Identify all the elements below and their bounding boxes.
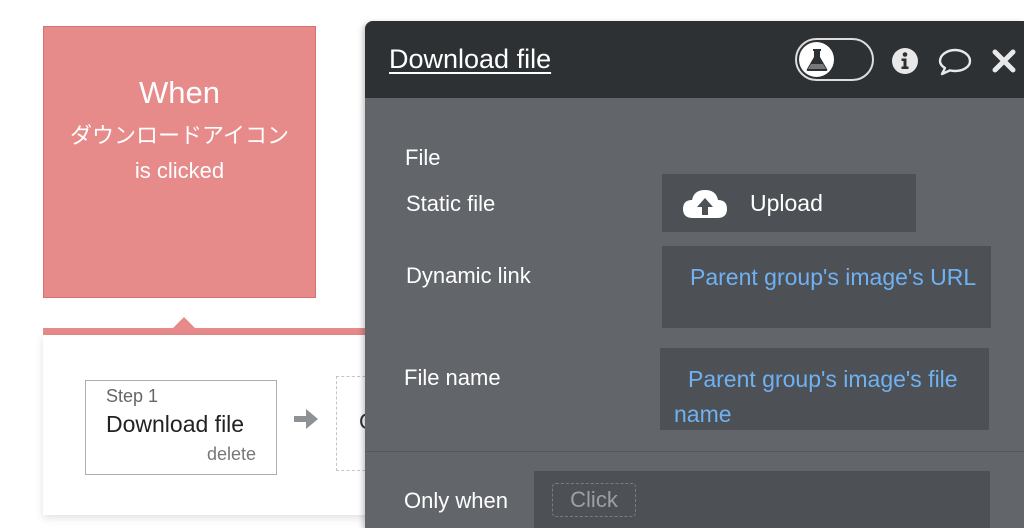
close-icon[interactable] <box>989 46 1019 76</box>
dynamic-link-label: Dynamic link <box>406 263 531 288</box>
file-name-label: File name <box>404 365 501 390</box>
info-icon[interactable] <box>890 46 920 76</box>
event-card[interactable]: When ダウンロードアイコン is clicked <box>43 26 316 298</box>
file-name-field[interactable]: Parent group's image's file name <box>660 348 989 430</box>
upload-label: Upload <box>750 190 823 216</box>
flask-icon <box>806 49 828 71</box>
only-when-label: Only when <box>404 488 508 513</box>
step-title: Download file <box>106 411 245 437</box>
only-when-field[interactable]: Click <box>534 471 990 528</box>
arrow-right-icon <box>294 409 318 429</box>
debug-toggle[interactable] <box>795 38 874 81</box>
upload-button[interactable]: Upload <box>662 174 916 232</box>
property-editor: Download file File Static file Upload Dy… <box>365 21 1024 528</box>
event-heading: When <box>139 75 220 110</box>
static-file-label: Static file <box>406 191 496 216</box>
step-card[interactable]: Step 1 Download file delete <box>85 380 277 475</box>
step-number: Step 1 <box>106 386 159 406</box>
editor-title[interactable]: Download file <box>389 44 551 75</box>
steps-bar <box>43 328 373 335</box>
step-delete-link[interactable]: delete <box>207 444 256 465</box>
event-element-name: ダウンロードアイコン <box>70 124 289 149</box>
file-section-label: File <box>405 145 441 170</box>
editor-header: Download file <box>365 21 1024 98</box>
only-when-placeholder[interactable]: Click <box>552 483 636 517</box>
section-divider <box>365 451 1024 452</box>
dynamic-link-field[interactable]: Parent group's image's URL <box>662 246 991 328</box>
cloud-upload-icon <box>683 190 727 218</box>
event-pointer <box>173 317 195 328</box>
debug-knob <box>799 42 834 77</box>
event-trigger: is clicked <box>134 158 225 183</box>
comment-icon[interactable] <box>937 46 973 76</box>
